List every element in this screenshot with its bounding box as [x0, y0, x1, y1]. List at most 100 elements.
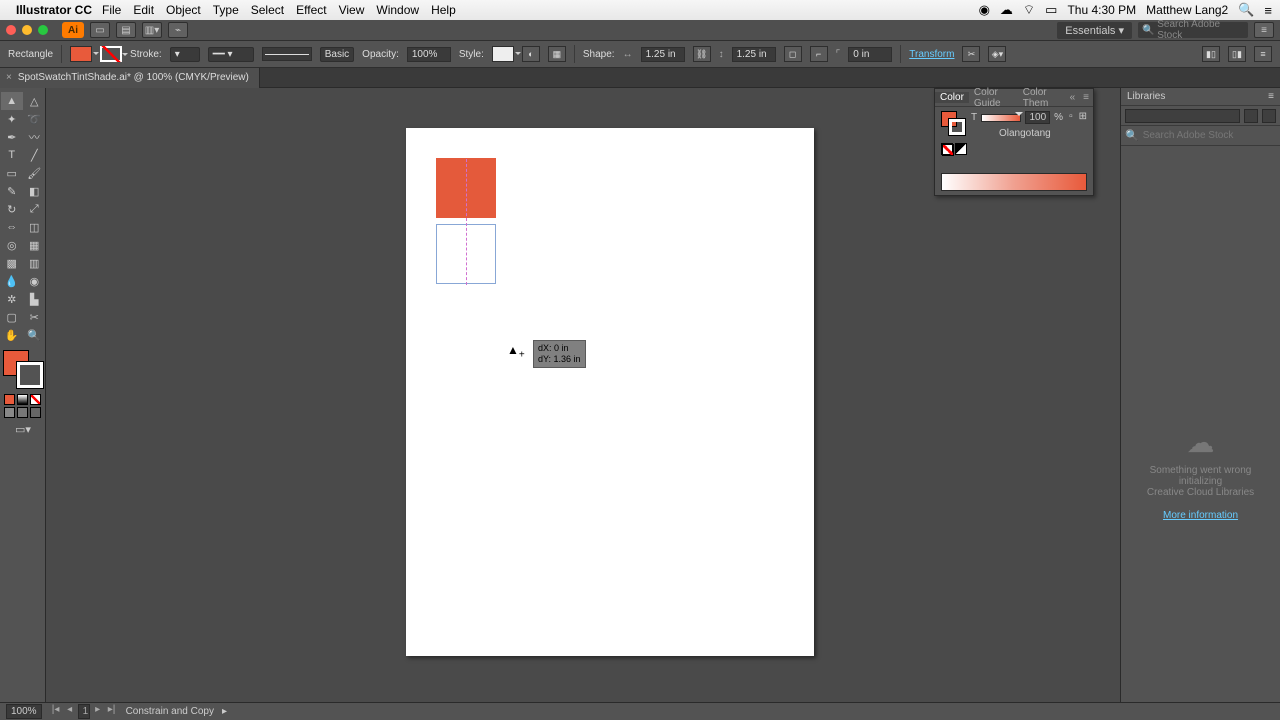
options-icon[interactable]: ⊞ — [1079, 111, 1087, 122]
close-tab-icon[interactable]: × — [6, 72, 12, 83]
menu-effect[interactable]: Effect — [296, 3, 326, 17]
menu-view[interactable]: View — [339, 3, 365, 17]
tint-ramp[interactable] — [941, 173, 1087, 191]
direct-selection-tool[interactable]: △ — [24, 92, 46, 110]
fill-stroke-proxy[interactable] — [3, 350, 43, 388]
none-mode[interactable] — [30, 394, 41, 405]
menu-edit[interactable]: Edit — [133, 3, 154, 17]
pen-tool[interactable]: ✒ — [1, 128, 23, 146]
artboard-number[interactable]: 1 — [78, 704, 90, 719]
zoom-tool[interactable]: 🔍 — [24, 326, 46, 344]
gradient-tool[interactable]: ▥ — [24, 254, 46, 272]
transform-link[interactable]: Transform — [909, 49, 954, 60]
dock-right-icon[interactable]: ▯▮ — [1228, 46, 1246, 62]
tab-color[interactable]: Color — [935, 92, 969, 103]
scale-tool[interactable]: ⤢ — [24, 200, 46, 218]
view-list-icon[interactable] — [1262, 109, 1276, 123]
curvature-tool[interactable]: 〰 — [24, 128, 46, 146]
panel-menu-icon[interactable]: ≡ — [1079, 92, 1093, 103]
new-swatch-icon[interactable]: ▫ — [1069, 111, 1073, 122]
perspective-tool[interactable]: ▦ — [24, 236, 46, 254]
corner-type-icon[interactable]: ◻ — [784, 46, 802, 62]
corner-link-icon[interactable]: ⌐ — [810, 46, 828, 62]
selection-tool[interactable]: ▲ — [1, 92, 23, 110]
first-artboard[interactable]: |◂ — [50, 704, 62, 719]
fill-swatch[interactable] — [70, 46, 92, 62]
menu-file[interactable]: File — [102, 3, 121, 17]
slice-tool[interactable]: ✂ — [24, 308, 46, 326]
line-tool[interactable]: ╱ — [24, 146, 46, 164]
ctrl-menu-icon[interactable]: ≡ — [1254, 46, 1272, 62]
screen-mode[interactable]: ▭▾ — [1, 420, 45, 438]
brush-basic[interactable]: Basic — [320, 47, 354, 62]
workspace-switcher[interactable]: Essentials ▾ — [1057, 22, 1132, 39]
open-doc-icon[interactable]: ▤ — [116, 22, 136, 38]
eyedropper-tool[interactable]: 💧 — [1, 272, 23, 290]
tint-value[interactable]: 100 — [1025, 111, 1050, 124]
app-name[interactable]: Illustrator CC — [16, 3, 92, 17]
magic-wand-tool[interactable]: ✦ — [1, 110, 23, 128]
blend-tool[interactable]: ◉ — [24, 272, 46, 290]
spotlight-icon[interactable]: 🔍 — [1238, 2, 1254, 18]
libraries-title[interactable]: Libraries — [1127, 91, 1165, 102]
arrange-icon[interactable]: ▥▾ — [142, 22, 162, 38]
shape-width[interactable]: 1.25 in — [641, 47, 685, 62]
menu-window[interactable]: Window — [376, 3, 419, 17]
menu-type[interactable]: Type — [213, 3, 239, 17]
adobe-stock-search[interactable]: 🔍 Search Adobe Stock — [1138, 22, 1248, 38]
none-chip[interactable] — [941, 143, 953, 155]
stroke-swatch[interactable] — [100, 46, 122, 62]
battery-icon[interactable]: ▭ — [1045, 2, 1057, 18]
dock-left-icon[interactable]: ▮▯ — [1202, 46, 1220, 62]
close-window[interactable] — [6, 25, 16, 35]
lasso-tool[interactable]: ➰ — [24, 110, 46, 128]
library-search[interactable]: Search Adobe Stock — [1143, 130, 1234, 141]
next-artboard[interactable]: ▸ — [92, 704, 104, 719]
zoom-window[interactable] — [38, 25, 48, 35]
panel-menu-icon[interactable]: ≡ — [1268, 91, 1274, 102]
panel-menu-icon[interactable]: ≡ — [1254, 22, 1274, 38]
free-transform-tool[interactable]: ◫ — [24, 218, 46, 236]
mesh-tool[interactable]: ▩ — [1, 254, 23, 272]
link-wh-icon[interactable]: ⛓ — [693, 46, 711, 62]
bridge-icon[interactable]: ⌁ — [168, 22, 188, 38]
align-icon[interactable]: ▦ — [548, 46, 566, 62]
menu-object[interactable]: Object — [166, 3, 201, 17]
shape-builder-tool[interactable]: ◎ — [1, 236, 23, 254]
prev-artboard[interactable]: ◂ — [64, 704, 76, 719]
shape-height[interactable]: 1.25 in — [732, 47, 776, 62]
shape-rectangle-copy[interactable]: ▲+ dX: 0 in dY: 1.36 in — [436, 224, 496, 284]
zoom-level[interactable]: 100% — [6, 704, 42, 719]
document-tab[interactable]: × SpotSwatchTintShade.ai* @ 100% (CMYK/P… — [0, 68, 260, 88]
eraser-tool[interactable]: ◧ — [24, 182, 46, 200]
paintbrush-tool[interactable]: 🖌 — [24, 164, 46, 182]
cloud-icon[interactable]: ☁ — [1000, 2, 1013, 18]
new-doc-icon[interactable]: ▭ — [90, 22, 110, 38]
width-tool[interactable]: ⇔ — [1, 218, 23, 236]
graph-tool[interactable]: ▙ — [24, 290, 46, 308]
clock[interactable]: Thu 4:30 PM — [1067, 3, 1136, 17]
more-info-link[interactable]: More information — [1131, 510, 1270, 521]
draw-behind[interactable] — [17, 407, 28, 418]
tint-slider[interactable] — [981, 114, 1021, 122]
expand-icon[interactable]: « — [1066, 92, 1080, 103]
record-icon[interactable]: ◉ — [979, 2, 990, 18]
artboard-tool[interactable]: ▢ — [1, 308, 23, 326]
recolor-icon[interactable]: ◐ — [522, 46, 540, 62]
username[interactable]: Matthew Lang2 — [1146, 3, 1228, 17]
gradient-mode[interactable] — [17, 394, 28, 405]
menu-select[interactable]: Select — [251, 3, 284, 17]
stroke-var-width[interactable]: ━━ ▾ — [208, 47, 254, 62]
view-grid-icon[interactable] — [1244, 109, 1258, 123]
stroke-weight[interactable]: ▾ — [170, 47, 200, 62]
shaper-tool[interactable]: ✎ — [1, 182, 23, 200]
status-disclosure[interactable]: ▸ — [222, 706, 227, 717]
isolate-icon[interactable]: ✂ — [962, 46, 980, 62]
opacity-input[interactable]: 100% — [407, 47, 451, 62]
select-similar-icon[interactable]: ◈▾ — [988, 46, 1006, 62]
menu-extra-icon[interactable]: ≡ — [1264, 3, 1272, 18]
color-mode[interactable] — [4, 394, 15, 405]
color-proxy[interactable] — [941, 111, 965, 135]
wifi-icon[interactable]: ⌔ — [1023, 2, 1035, 18]
last-artboard[interactable]: ▸| — [106, 704, 118, 719]
